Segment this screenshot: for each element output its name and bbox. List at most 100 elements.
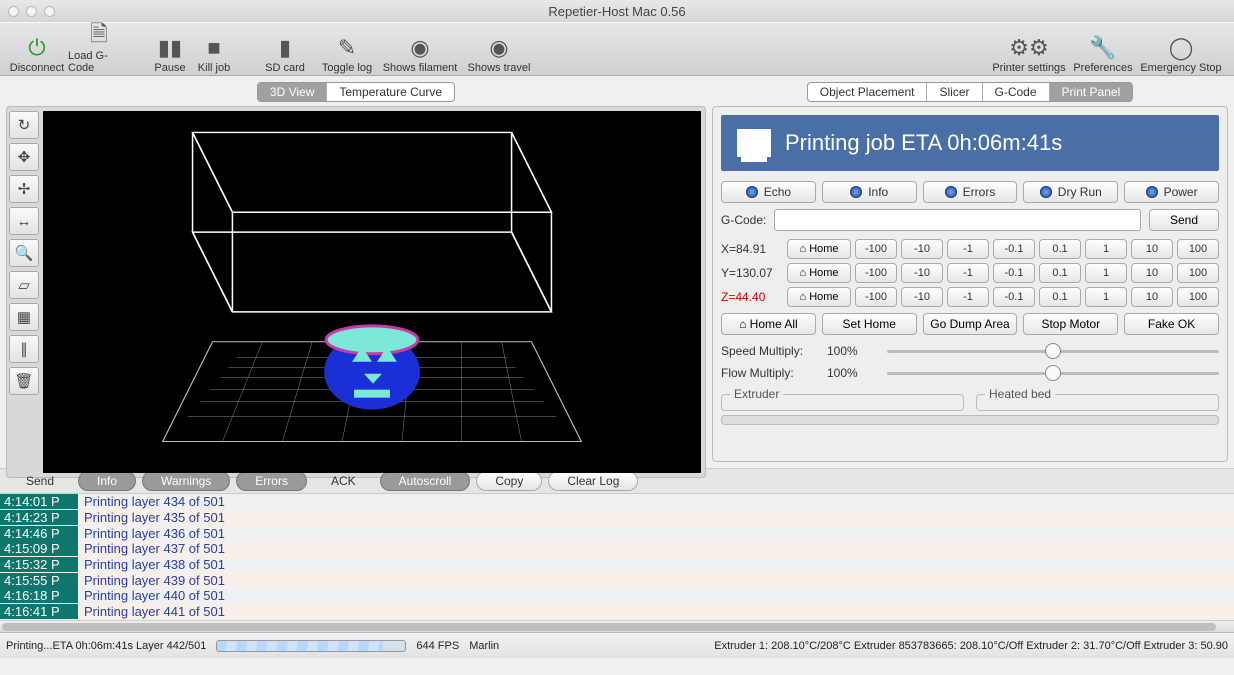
jog-x-100[interactable]: 100 xyxy=(1177,239,1219,259)
jog-y--10[interactable]: -10 xyxy=(901,263,943,283)
shows-travel-button[interactable]: ◉Shows travel xyxy=(462,24,536,74)
axis-z-label: Z=44.40 xyxy=(721,290,783,304)
panel-scrollbar[interactable] xyxy=(721,415,1219,425)
jog-y-0.1[interactable]: 0.1 xyxy=(1039,263,1081,283)
tab-3d-view[interactable]: 3D View xyxy=(258,83,327,101)
printer-settings-button[interactable]: ⚙⚙Printer settings xyxy=(986,24,1072,74)
jog-z--100[interactable]: -100 xyxy=(855,287,897,307)
set-home-button[interactable]: Set Home xyxy=(822,313,917,335)
log-timestamp: 4:15:55 P xyxy=(0,573,78,588)
log-message: Printing layer 440 of 501 xyxy=(78,588,225,603)
shows-filament-button[interactable]: ◉Shows filament xyxy=(378,24,462,74)
pan-icon[interactable]: ↔ xyxy=(9,207,39,235)
jog-z--1[interactable]: -1 xyxy=(947,287,989,307)
slider-thumb-icon[interactable] xyxy=(1045,343,1061,359)
log-clear-button[interactable]: Clear Log xyxy=(548,471,638,491)
log-horizontal-scrollbar[interactable] xyxy=(0,620,1234,632)
lines-icon[interactable]: ∥ xyxy=(9,335,39,363)
jog-x-1[interactable]: 1 xyxy=(1085,239,1127,259)
jog-z--0.1[interactable]: -0.1 xyxy=(993,287,1035,307)
main-toolbar: ⏻Disconnect 🗎Load G-Code ▮▮Pause ■Kill j… xyxy=(0,22,1234,76)
sd-card-button[interactable]: ▮SD card xyxy=(254,24,316,74)
speed-multiply-label: Speed Multiply: xyxy=(721,344,817,358)
jog-x-0.1[interactable]: 0.1 xyxy=(1039,239,1081,259)
tab-slicer[interactable]: Slicer xyxy=(927,83,982,101)
axis-row-x: X=84.91 ⌂ Home -100 -10 -1 -0.1 0.1 1 10… xyxy=(721,239,1219,259)
load-gcode-button[interactable]: 🗎Load G-Code xyxy=(68,24,130,74)
jog-z-1[interactable]: 1 xyxy=(1085,287,1127,307)
zoom-icon[interactable]: 🔍 xyxy=(9,239,39,267)
home-x-button[interactable]: ⌂ Home xyxy=(787,239,851,259)
viewport-3d[interactable] xyxy=(43,111,701,473)
jog-z--10[interactable]: -10 xyxy=(901,287,943,307)
toggle-power[interactable]: Power xyxy=(1124,181,1219,203)
tab-object-placement[interactable]: Object Placement xyxy=(808,83,928,101)
log-timestamp: 4:16:18 P xyxy=(0,588,78,603)
axis-x-label: X=84.91 xyxy=(721,242,783,256)
gcode-input[interactable] xyxy=(774,209,1141,231)
log-row: 4:16:18 PPrinting layer 440 of 501 xyxy=(0,588,1234,604)
toggle-echo[interactable]: Echo xyxy=(721,181,816,203)
preferences-button[interactable]: 🔧Preferences xyxy=(1072,24,1134,74)
axis-row-z: Z=44.40 ⌂ Home -100 -10 -1 -0.1 0.1 1 10… xyxy=(721,287,1219,307)
jog-z-10[interactable]: 10 xyxy=(1131,287,1173,307)
log-copy-button[interactable]: Copy xyxy=(476,471,542,491)
rotate-icon[interactable]: ✥ xyxy=(9,143,39,171)
jog-y--1[interactable]: -1 xyxy=(947,263,989,283)
home-z-button[interactable]: ⌂ Home xyxy=(787,287,851,307)
tab-print-panel[interactable]: Print Panel xyxy=(1050,83,1133,101)
status-temps: Extruder 1: 208.10°C/208°C Extruder 8537… xyxy=(714,640,1228,652)
log-timestamp: 4:15:32 P xyxy=(0,557,78,572)
jog-x-10[interactable]: 10 xyxy=(1131,239,1173,259)
jog-x--10[interactable]: -10 xyxy=(901,239,943,259)
log-filter-info[interactable]: Info xyxy=(78,471,136,491)
jog-y-1[interactable]: 1 xyxy=(1085,263,1127,283)
log-filter-errors[interactable]: Errors xyxy=(236,471,307,491)
log-view[interactable]: 4:14:01 PPrinting layer 434 of 5014:14:2… xyxy=(0,494,1234,620)
reset-view-icon[interactable]: ↻ xyxy=(9,111,39,139)
estop-icon: ◯ xyxy=(1169,34,1194,62)
flow-multiply-slider[interactable] xyxy=(887,365,1219,381)
jog-y-100[interactable]: 100 xyxy=(1177,263,1219,283)
jog-x--0.1[interactable]: -0.1 xyxy=(993,239,1035,259)
tab-temperature-curve[interactable]: Temperature Curve xyxy=(327,83,454,101)
eta-banner: Printing job ETA 0h:06m:41s xyxy=(721,115,1219,171)
jog-y--0.1[interactable]: -0.1 xyxy=(993,263,1035,283)
scrollbar-thumb-icon[interactable] xyxy=(2,623,1216,631)
log-filter-warnings[interactable]: Warnings xyxy=(142,471,230,491)
jog-z-100[interactable]: 100 xyxy=(1177,287,1219,307)
toggle-errors[interactable]: Errors xyxy=(923,181,1018,203)
jog-x--1[interactable]: -1 xyxy=(947,239,989,259)
go-dump-area-button[interactable]: Go Dump Area xyxy=(923,313,1018,335)
slider-thumb-icon[interactable] xyxy=(1045,365,1061,381)
home-y-button[interactable]: ⌂ Home xyxy=(787,263,851,283)
home-all-button[interactable]: ⌂ Home All xyxy=(721,313,816,335)
axis-y-label: Y=130.07 xyxy=(721,266,783,280)
log-autoscroll-button[interactable]: Autoscroll xyxy=(380,471,471,491)
pause-button[interactable]: ▮▮Pause xyxy=(148,24,192,74)
move-icon[interactable]: ✢ xyxy=(9,175,39,203)
jog-x--100[interactable]: -100 xyxy=(855,239,897,259)
toggle-info[interactable]: Info xyxy=(822,181,917,203)
jog-z-0.1[interactable]: 0.1 xyxy=(1039,287,1081,307)
toggle-log-button[interactable]: ✎Toggle log xyxy=(316,24,378,74)
toggle-dry-run[interactable]: Dry Run xyxy=(1023,181,1118,203)
heated-bed-group: Heated bed xyxy=(976,387,1219,411)
fake-ok-button[interactable]: Fake OK xyxy=(1124,313,1219,335)
home-icon: ⌂ xyxy=(799,243,806,255)
trash-icon[interactable]: 🗑 xyxy=(9,367,39,395)
disconnect-button[interactable]: ⏻Disconnect xyxy=(6,24,68,74)
log-row: 4:16:41 PPrinting layer 441 of 501 xyxy=(0,604,1234,620)
jog-y--100[interactable]: -100 xyxy=(855,263,897,283)
grid-icon[interactable]: ▦ xyxy=(9,303,39,331)
jog-y-10[interactable]: 10 xyxy=(1131,263,1173,283)
gcode-send-button[interactable]: Send xyxy=(1149,209,1219,231)
perspective-icon[interactable]: ▱ xyxy=(9,271,39,299)
window-title: Repetier-Host Mac 0.56 xyxy=(0,4,1234,19)
speed-multiply-slider[interactable] xyxy=(887,343,1219,359)
kill-job-button[interactable]: ■Kill job xyxy=(192,24,236,74)
emergency-stop-button[interactable]: ◯Emergency Stop xyxy=(1134,24,1228,74)
tab-gcode[interactable]: G-Code xyxy=(983,83,1050,101)
log-filter-ack[interactable]: ACK xyxy=(313,472,374,490)
stop-motor-button[interactable]: Stop Motor xyxy=(1023,313,1118,335)
